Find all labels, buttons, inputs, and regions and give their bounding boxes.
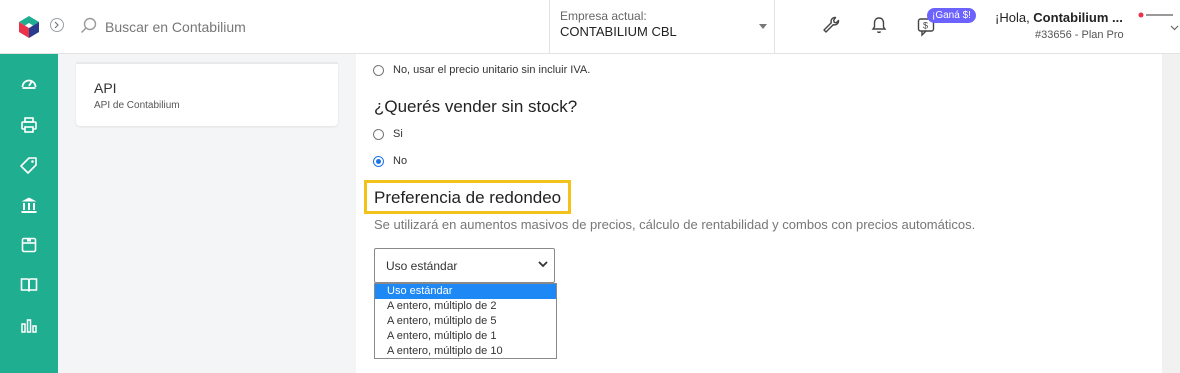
- radio-button[interactable]: [373, 128, 384, 140]
- option-multiplo-2[interactable]: A entero, múltiplo de 2: [375, 299, 556, 314]
- option-multiplo-5[interactable]: A entero, múltiplo de 5: [375, 314, 556, 329]
- chevron-down-icon[interactable]: [1170, 25, 1179, 31]
- api-card[interactable]: API API de Contabilium: [76, 62, 338, 126]
- stock-option-no[interactable]: No: [373, 155, 407, 167]
- select-value: Uso estándar: [386, 259, 458, 273]
- svg-text:$: $: [923, 21, 928, 31]
- contabilium-logo[interactable]: [17, 15, 41, 39]
- company-selector[interactable]: Empresa actual: CONTABILIUM CBL: [549, 0, 775, 53]
- printer-icon[interactable]: [20, 116, 38, 134]
- rounding-title: Preferencia de redondeo: [374, 188, 562, 207]
- settings-content: No, usar el precio unitario sin incluir …: [356, 54, 1162, 373]
- rounding-select[interactable]: Uso estándar: [374, 248, 555, 283]
- greeting-prefix: ¡Hola,: [995, 10, 1034, 25]
- book-icon[interactable]: [20, 276, 38, 294]
- top-bar: Empresa actual: CONTABILIUM CBL $ ¡Ganá …: [0, 0, 1180, 54]
- dashboard-icon[interactable]: [20, 74, 38, 92]
- radio-button[interactable]: [373, 64, 384, 76]
- bank-icon[interactable]: [20, 196, 38, 214]
- api-title: API: [94, 80, 117, 96]
- company-name: CONTABILIUM CBL: [560, 24, 677, 39]
- chevron-down-icon: [538, 261, 548, 268]
- save-icon[interactable]: [20, 236, 38, 254]
- radio-label: No: [393, 155, 408, 167]
- tag-icon[interactable]: [20, 156, 38, 174]
- stock-option-si[interactable]: Si: [373, 128, 403, 140]
- api-subtitle: API de Contabilium: [94, 100, 180, 111]
- iva-option[interactable]: No, usar el precio unitario sin incluir …: [373, 64, 590, 76]
- company-logo-icon: [1138, 12, 1173, 18]
- bar-chart-icon[interactable]: [20, 316, 38, 334]
- radio-label: No, usar el precio unitario sin incluir …: [393, 64, 591, 76]
- radio-button-checked[interactable]: [373, 155, 384, 167]
- plan-label: #33656 - Plan Pro: [1035, 29, 1124, 41]
- option-uso-estandar[interactable]: Uso estándar: [375, 284, 556, 299]
- radio-label: Si: [393, 128, 403, 140]
- settings-menu-panel: API API de Contabilium: [58, 54, 356, 373]
- bell-icon[interactable]: [869, 15, 889, 35]
- scrollbar[interactable]: [1162, 54, 1180, 373]
- sidebar: [0, 54, 58, 373]
- option-multiplo-1[interactable]: A entero, múltiplo de 1: [375, 329, 556, 344]
- caret-down-icon: [759, 24, 767, 29]
- search-icon: [80, 17, 97, 34]
- user-name: Contabilium ...: [1033, 10, 1123, 25]
- user-greeting[interactable]: ¡Hola, Contabilium ...: [995, 10, 1123, 25]
- rounding-options-list: Uso estándar A entero, múltiplo de 2 A e…: [374, 283, 557, 359]
- wrench-icon[interactable]: [821, 15, 841, 35]
- promo-badge[interactable]: ¡Ganá $!: [927, 8, 976, 23]
- search-input[interactable]: [105, 17, 405, 37]
- option-multiplo-10[interactable]: A entero, múltiplo de 10: [375, 344, 556, 359]
- sidebar-toggle-button[interactable]: [50, 18, 64, 32]
- rounding-help-text: Se utilizará en aumentos masivos de prec…: [374, 217, 976, 232]
- card-divider: [76, 62, 338, 64]
- stock-title: ¿Querés vender sin stock?: [374, 97, 578, 116]
- company-label: Empresa actual:: [560, 9, 647, 23]
